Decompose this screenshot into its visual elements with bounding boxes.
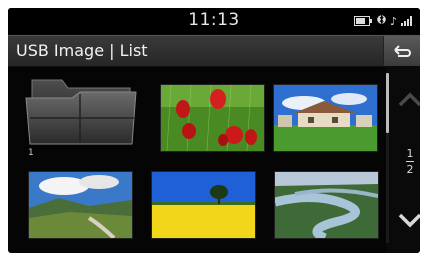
folder-item[interactable] <box>22 76 139 148</box>
page-divider <box>406 161 414 162</box>
page-current: 1 <box>406 147 414 160</box>
image-thumbnail[interactable] <box>273 84 378 152</box>
scrollbar-thumb[interactable] <box>386 73 389 133</box>
signal-icon <box>401 16 412 26</box>
folder-label: 1 <box>28 148 34 158</box>
chevron-up-icon[interactable] <box>398 92 420 108</box>
battery-icon <box>353 16 372 26</box>
page-title: USB Image | List <box>16 41 148 60</box>
image-thumbnail[interactable] <box>274 171 379 239</box>
image-thumbnail[interactable] <box>160 84 265 152</box>
status-bar: 11:13 ♪ <box>8 8 420 34</box>
folder-icon <box>25 79 137 145</box>
page-indicator: 1 2 <box>403 148 417 175</box>
back-arrow-icon <box>394 45 411 57</box>
image-thumbnail[interactable] <box>151 171 256 239</box>
bluetooth-icon <box>377 14 386 28</box>
title-bar: USB Image | List <box>8 35 420 67</box>
chevron-down-icon[interactable] <box>398 212 420 228</box>
screen: 11:13 ♪ USB Image | List 1 1 2 <box>8 8 420 253</box>
image-thumbnail[interactable] <box>28 171 133 239</box>
back-button[interactable] <box>383 36 420 66</box>
page-total: 2 <box>406 163 414 176</box>
status-icons: ♪ <box>353 14 412 28</box>
music-note-icon: ♪ <box>389 14 397 28</box>
image-grid: 1 <box>8 66 386 253</box>
